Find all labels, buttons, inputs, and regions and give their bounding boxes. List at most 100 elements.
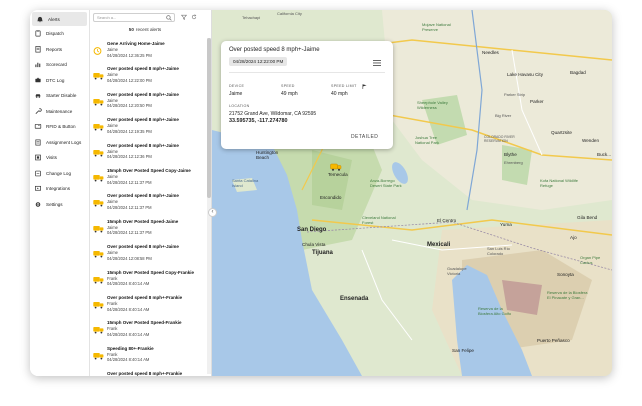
speed-truck-icon [93, 276, 104, 284]
sidebar-item-label: Maintenance [46, 108, 73, 114]
alert-title: 15mph Over Posted Speed Copy-Jaime [107, 167, 191, 173]
alert-list-item[interactable]: Gene Arriving Home-Jaime Jaime 04/28/2024 … [90, 40, 204, 65]
speed-label: SPEED [281, 84, 295, 88]
search-icon[interactable] [166, 15, 172, 21]
sidebar-item-change-log[interactable]: Change Log [30, 166, 89, 182]
speed-truck-icon [93, 327, 104, 334]
alert-time: 04/28/2024 12:11:37 PM [107, 204, 152, 210]
sidebar-item-label: Starter Disable [46, 93, 77, 99]
alert-list-item[interactable]: Over posted speed 8 mph+-Frankie [90, 370, 204, 376]
gear-icon [34, 201, 42, 208]
map-label-cleveland: Cleveland National Forest [362, 215, 396, 225]
map-label-joshua-tree: Joshua Tree National Park [415, 135, 440, 145]
alert-time: 04/28/2024 12:11:37 PM [107, 230, 152, 236]
location-label: LOCATION [229, 104, 250, 108]
alert-marker-speed-truck-icon[interactable] [330, 163, 342, 171]
alert-detail-popup: Over posted speed 8 mph+-Jaime 04/28/202… [221, 41, 393, 149]
sidebar-item-dispatch[interactable]: Dispatch [30, 26, 89, 42]
sidebar-item-rfid-button[interactable]: RFID & Button [30, 119, 89, 135]
alert-list-item[interactable]: Over posted speed 8 mph+-Jaime Jaime 04/28… [90, 91, 204, 116]
map-label-wenden: Wenden [582, 138, 600, 143]
map-label-sheephole: Sheephole Valley Wilderness [417, 100, 448, 110]
device-value: Jaime [229, 91, 243, 97]
alert-time: 04/28/2024 12:22:00 PM [107, 77, 152, 83]
sidebar-item-reports[interactable]: Reports [30, 42, 89, 58]
popup-divider [229, 72, 385, 73]
alert-count: 50 recent alerts [90, 27, 200, 32]
alert-time: 04/28/2024 8:40:14 AM [107, 281, 150, 287]
map-label-organ-pipe: Organ Pipe Cactus [580, 255, 601, 265]
hamburger-menu-icon[interactable] [373, 60, 381, 66]
bar-chart-icon [34, 61, 42, 68]
map-label-kofa: Kofa National Wildlife Refuge [540, 178, 579, 188]
alert-list-item[interactable]: Over posted speed 8 mph+-Jaime Jaime 04/28… [90, 192, 204, 217]
speed-truck-icon [93, 301, 104, 309]
map-label-el-centro: El Centro [437, 218, 457, 223]
alert-list-item[interactable]: 15mph Over Posted Speed Copy-Jaime Jaime 0… [90, 167, 204, 192]
clipboard-icon [34, 30, 42, 37]
alert-list-item[interactable]: Over posted speed 8 mph+-Jaime Jaime 04/28… [90, 243, 204, 268]
alert-time: 04/28/2024 12:08:58 PM [107, 255, 152, 261]
alert-list-item[interactable]: Over posted speed 8 mph+-Jaime Jaime 04/28… [90, 116, 204, 141]
alert-list-item[interactable]: Over posted speed 8 mph+-Jaime Jaime 04/28… [90, 142, 204, 167]
map-label-alto-golfo: Reserva de la Biosfera Alto Golfo [478, 306, 512, 316]
map-label-colorado-river: COLORADO RIVER RESERVATION [484, 135, 515, 143]
sidebar-item-visits[interactable]: Visits [30, 150, 89, 166]
collapse-panel-button[interactable]: ‹ [208, 208, 217, 217]
alert-list-scrollbar[interactable] [207, 38, 211, 374]
alert-time: 04/28/2024 8:40:14 AM [107, 331, 150, 337]
alert-list-item[interactable]: 15mph Over Posted Speed-Jaime Jaime 04/28/… [90, 218, 204, 243]
scrollbar-thumb[interactable] [207, 38, 211, 198]
search-input[interactable]: Search a... [93, 13, 175, 22]
filter-icon[interactable] [181, 14, 187, 20]
sidebar-item-integrations[interactable]: Integrations [30, 181, 89, 197]
sidebar-item-assignment-logs[interactable]: Assignment Logs [30, 135, 89, 151]
map-label-blythe: Blythe [504, 152, 517, 157]
sidebar-item-starter-disable[interactable]: Starter Disable [30, 88, 89, 104]
map-label-tehachapi: Tehachapi [242, 15, 261, 20]
alert-list-item[interactable]: Speeding 80+-Frankie Frank 04/28/2024 8:40… [90, 345, 204, 370]
map-label-tijuana: Tijuana [312, 250, 333, 256]
sidebar-item-label: DTC Log [46, 77, 65, 83]
map-label-chula-vista: Chula Vista [302, 242, 326, 247]
map-label-huntington: Huntington Beach [256, 150, 279, 160]
map-label-san-diego: San Diego [297, 227, 327, 233]
id-card-icon [34, 123, 42, 130]
popup-timestamp: 04/28/2024 12:22:00 PM [229, 57, 288, 66]
sidebar-item-alerts[interactable]: Alerts [32, 12, 87, 26]
map-label-california-city: California City [277, 11, 302, 16]
map-label-lake-havasu: Lake Havasu City [507, 72, 544, 77]
speed-truck-icon [93, 149, 104, 157]
alert-title: 15mph Over Posted Speed Copy-Frankie [107, 269, 195, 275]
sidebar-item-scorecard[interactable]: Scorecard [30, 57, 89, 73]
sidebar-item-label: Scorecard [46, 62, 67, 68]
alert-list: Gene Arriving Home-Jaime Jaime 04/28/2024 … [90, 40, 204, 376]
map-label-guadalupe: Guadalupe Victoria [447, 266, 467, 276]
sidebar-item-dtc-log[interactable]: DTC Log [30, 73, 89, 89]
alert-time: 04/28/2024 12:20:50 PM [107, 103, 152, 109]
alert-list-item[interactable]: 15mph Over Posted Speed Copy-Frankie Fran… [90, 269, 204, 294]
map-label-big-river: Big River [495, 113, 512, 118]
detailed-button[interactable]: DETAILED [351, 134, 378, 140]
sidebar-item-label: Integrations [46, 186, 71, 192]
sidebar-item-label: Change Log [46, 170, 72, 176]
map-label-escondido: Escondido [320, 195, 342, 200]
map-label-buckeye: Buck... [597, 152, 612, 157]
sidebar-item-label: Alerts [48, 16, 60, 22]
visits-icon [34, 154, 42, 161]
speed-limit-label: SPEED LIMIT [331, 84, 357, 88]
map-label-temecula: Temecula [328, 172, 348, 177]
refresh-icon[interactable] [191, 14, 197, 20]
speed-truck-icon [93, 200, 104, 207]
sidebar-item-label: Assignment Logs [46, 139, 82, 145]
sidebar-item-settings[interactable]: Settings [30, 197, 89, 213]
alert-list-item[interactable]: 15mph Over Posted Speed-Frankie Frank 04/2… [90, 319, 204, 344]
map-label-san-luis: San Luis Río Colorado [487, 246, 510, 256]
map-label-needles: Needles [482, 50, 499, 55]
engine-icon [34, 77, 42, 84]
map-label-puerto-penasco: Puerto Peñasco [537, 338, 570, 343]
alerts-panel: Search a... 50 recent alerts Gene Arrivin… [90, 10, 212, 376]
sidebar-item-maintenance[interactable]: Maintenance [30, 104, 89, 120]
alert-list-item[interactable]: Over posted speed 8 mph+-Jaime Jaime 04/28… [90, 65, 204, 90]
alert-list-item[interactable]: Over posted speed 8 mph+-Frankie Frank 04/… [90, 294, 204, 319]
